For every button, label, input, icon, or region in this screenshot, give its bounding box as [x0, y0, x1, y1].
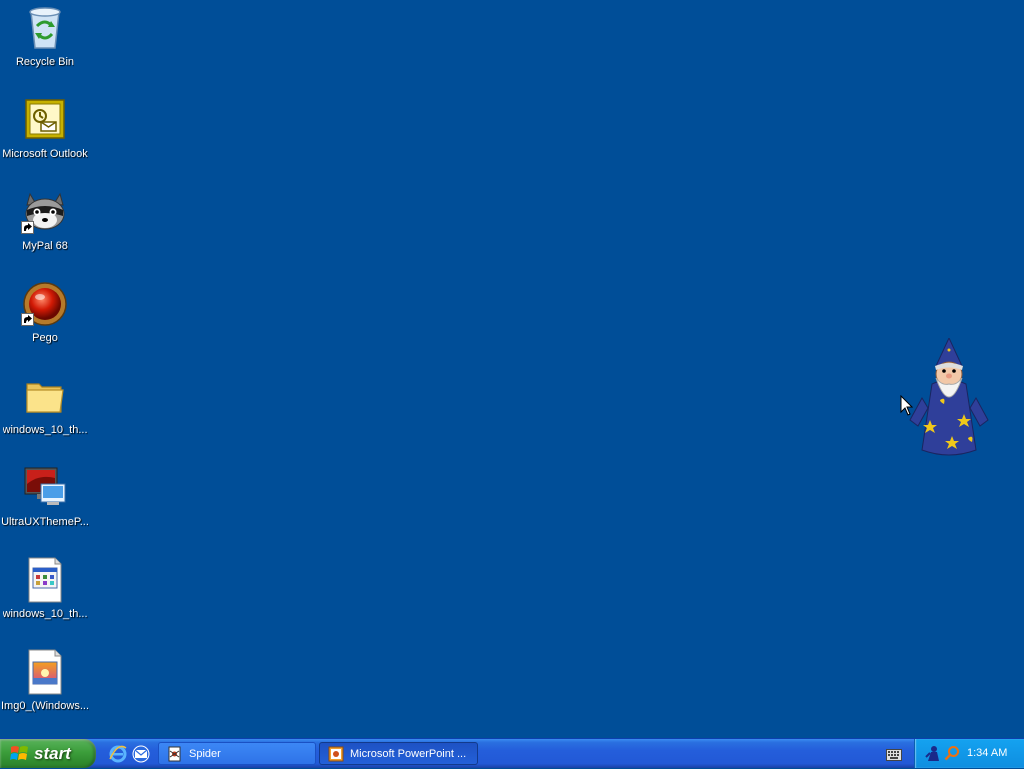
mypal-raccoon-icon — [21, 188, 69, 236]
desktop-icon-pego[interactable]: Pego — [0, 278, 90, 366]
start-button[interactable]: start — [0, 739, 96, 768]
taskbar-button-label: Microsoft PowerPoint ... — [350, 747, 467, 760]
desktop-icon-label: Pego — [32, 332, 58, 344]
shortcut-arrow-icon — [21, 221, 34, 234]
desktop-icon-label: Microsoft Outlook — [2, 148, 88, 160]
start-label: start — [34, 743, 71, 763]
search-icon[interactable] — [944, 745, 960, 761]
taskbar-button-spider[interactable]: Spider — [158, 742, 316, 765]
internet-explorer-icon[interactable] — [108, 744, 128, 764]
taskbar: start Spider Microsoft PowerPoint ... 1:… — [0, 738, 1024, 768]
taskbar-button-microsoft-powerpoint[interactable]: Microsoft PowerPoint ... — [319, 742, 478, 765]
shortcut-arrow-icon — [21, 313, 34, 326]
display-monitor-icon — [21, 464, 69, 512]
image-file-icon — [21, 648, 69, 696]
outlook-express-icon[interactable] — [131, 744, 151, 764]
desktop-icon-mypal-68[interactable]: MyPal 68 — [0, 186, 90, 274]
desktop-icon-microsoft-outlook[interactable]: Microsoft Outlook — [0, 94, 90, 182]
desktop-icon-label: Img0_(Windows... — [0, 700, 90, 712]
keyboard-icon[interactable] — [886, 748, 902, 761]
spider-solitaire-icon — [167, 746, 183, 762]
powerpoint-icon — [328, 746, 344, 762]
desktop: Recycle Bin Microsoft Outlook MyPal 68 P… — [0, 0, 1024, 738]
pego-red-ball-icon — [21, 280, 69, 328]
outlook-icon — [21, 96, 69, 144]
desktop-icon-image-file[interactable]: Img0_(Windows... — [0, 646, 90, 734]
desktop-icon-label: windows_10_th... — [2, 424, 88, 436]
desktop-icon-recycle-bin[interactable]: Recycle Bin — [0, 2, 90, 90]
desktop-icon-label: UltraUXThemeP... — [1, 516, 89, 528]
folder-icon — [21, 372, 69, 420]
clock[interactable]: 1:34 AM — [967, 747, 1007, 759]
merlin-wizard-agent[interactable] — [906, 336, 992, 460]
windows-logo-icon — [10, 744, 30, 764]
desktop-icon-folder[interactable]: windows_10_th... — [0, 370, 90, 458]
user-icon[interactable] — [925, 745, 941, 761]
desktop-icon-label: Recycle Bin — [15, 56, 75, 68]
recycle-bin-icon — [21, 4, 69, 52]
desktop-icon-label: windows_10_th... — [2, 608, 88, 620]
system-tray: 1:34 AM — [914, 739, 1024, 768]
desktop-icon-ultrauxthemepatcher[interactable]: UltraUXThemeP... — [0, 462, 90, 550]
document-file-icon — [21, 556, 69, 604]
desktop-icon-label: MyPal 68 — [22, 240, 68, 252]
taskbar-button-label: Spider — [189, 747, 221, 760]
desktop-icon-document-file[interactable]: windows_10_th... — [0, 554, 90, 642]
mouse-cursor-icon — [900, 394, 914, 417]
